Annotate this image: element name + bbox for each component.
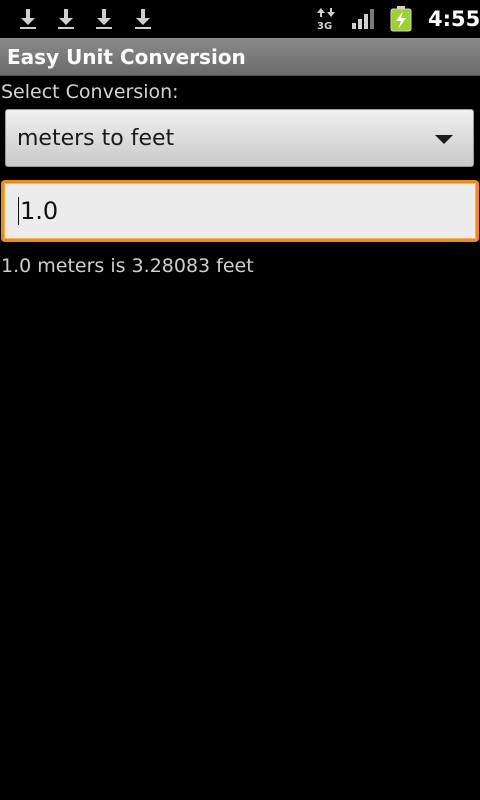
3g-data-icon: 3G (317, 8, 335, 30)
download-icon (135, 9, 151, 29)
status-bar: 3G 4:55 (0, 0, 480, 38)
conversion-dropdown[interactable]: meters to feet (5, 109, 474, 167)
battery-charging-icon (390, 6, 412, 32)
conversion-dropdown-value: meters to feet (17, 126, 175, 151)
app-title: Easy Unit Conversion (7, 45, 246, 69)
download-icon (20, 9, 36, 29)
download-icon (58, 9, 74, 29)
value-input-content: 1.0 (20, 197, 59, 225)
status-clock: 4:55 (428, 7, 480, 31)
value-input-text: 1.0 (18, 196, 58, 226)
conversion-result: 1.0 meters is 3.28083 feet (1, 255, 254, 277)
value-input[interactable]: 1.0 (1, 180, 479, 242)
app-title-bar: Easy Unit Conversion (0, 38, 480, 76)
signal-strength-icon (352, 9, 374, 29)
select-conversion-label: Select Conversion: (1, 81, 179, 103)
svg-text:3G: 3G (317, 21, 332, 30)
dropdown-arrow-icon (435, 135, 453, 144)
text-cursor (18, 197, 19, 225)
download-icon (96, 9, 112, 29)
